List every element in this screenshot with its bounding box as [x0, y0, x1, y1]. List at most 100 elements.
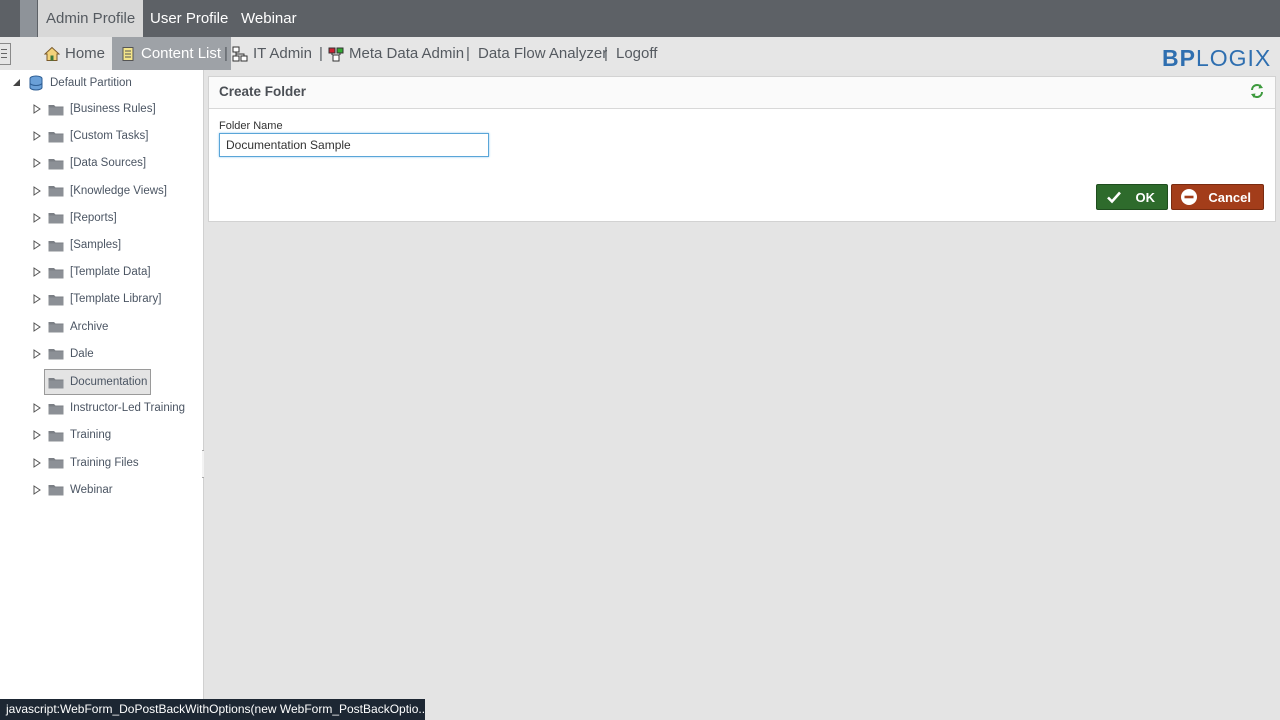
- expand-arrow-icon[interactable]: [32, 267, 42, 278]
- tree-item-label: [Samples]: [70, 239, 122, 251]
- tree-item[interactable]: Documentation: [44, 369, 152, 395]
- folder-icon: [48, 322, 64, 333]
- content-list-icon: [122, 46, 134, 61]
- tree-item-label: Instructor-Led Training: [70, 402, 186, 415]
- nav-home-label: Home: [65, 45, 106, 62]
- minus-circle-icon: [1181, 189, 1197, 205]
- main-nav: Home Content List | IT Admin | Meta Data…: [0, 37, 1280, 70]
- nav-separator: |: [466, 45, 470, 62]
- tree-item[interactable]: Dale: [32, 344, 94, 364]
- tree-item-label: [Data Sources]: [70, 157, 147, 170]
- database-icon: [29, 75, 43, 91]
- folder-icon: [48, 377, 64, 388]
- expand-arrow-icon[interactable]: [32, 131, 42, 142]
- folder-icon: [48, 158, 64, 170]
- nav-logoff[interactable]: Logoff: [616, 37, 657, 70]
- folder-icon: [48, 186, 64, 197]
- tree-item-label: [Template Data]: [70, 266, 151, 279]
- tab-admin-profile[interactable]: Admin Profile: [38, 0, 144, 37]
- tree-item-label: [Knowledge Views]: [70, 184, 167, 197]
- tree-item-label: [Custom Tasks]: [70, 130, 149, 143]
- nav-separator: |: [319, 45, 323, 62]
- tree-item[interactable]: [Custom Tasks]: [32, 126, 148, 146]
- tree-root[interactable]: Default Partition: [12, 74, 132, 92]
- folder-icon: [48, 349, 64, 360]
- expand-arrow-icon[interactable]: [32, 294, 42, 305]
- tree-item-label: Training: [70, 429, 112, 442]
- folder-icon: [48, 430, 64, 442]
- home-icon: [44, 46, 60, 61]
- tree-item-label: [Reports]: [70, 211, 117, 224]
- main-area: Create Folder Folder Name OK Cancel: [204, 70, 1280, 720]
- tree-item[interactable]: [Samples]: [32, 235, 121, 255]
- expand-arrow-icon[interactable]: [32, 158, 42, 169]
- expand-arrow-icon[interactable]: [32, 185, 42, 196]
- nav-home[interactable]: Home: [44, 37, 105, 70]
- expand-arrow-icon[interactable]: [32, 457, 42, 468]
- folder-icon: [48, 240, 64, 251]
- nav-it-admin[interactable]: IT Admin: [232, 37, 312, 70]
- expand-arrow-icon[interactable]: [32, 430, 42, 441]
- create-folder-panel: Create Folder Folder Name OK Cancel: [208, 76, 1276, 222]
- expand-arrow-icon[interactable]: [32, 484, 42, 495]
- logo-bp: BP: [1162, 45, 1196, 71]
- nav-it-admin-label: IT Admin: [253, 45, 312, 62]
- tree-item-label: Archive: [70, 320, 109, 333]
- expand-arrow-icon[interactable]: [32, 212, 42, 223]
- status-bar: javascript:WebForm_DoPostBackWithOptions…: [0, 699, 425, 720]
- tab-user-profile[interactable]: User Profile: [142, 0, 236, 37]
- logo-logix: LOGIX: [1195, 45, 1272, 71]
- cancel-button-label: Cancel: [1208, 189, 1251, 205]
- it-admin-icon: [232, 46, 248, 61]
- folder-icon: [48, 294, 64, 306]
- nav-content-list-label: Content List: [141, 45, 222, 62]
- folder-name-label: Folder Name: [219, 120, 283, 132]
- nav-meta-data-admin[interactable]: Meta Data Admin: [328, 37, 464, 70]
- folder-icon: [48, 403, 64, 415]
- tab-webinar[interactable]: Webinar: [233, 0, 305, 37]
- tree-item[interactable]: Training: [32, 425, 111, 445]
- expand-arrow-icon[interactable]: [32, 321, 42, 332]
- nav-data-flow-analyzer-label: Data Flow Analyzer: [478, 45, 608, 62]
- panel-header: Create Folder: [209, 77, 1275, 109]
- profile-bar: Admin Profile User Profile Webinar: [0, 0, 1280, 37]
- expand-arrow-icon[interactable]: [32, 104, 42, 114]
- tree-item[interactable]: Instructor-Led Training: [32, 398, 185, 418]
- checkmark-icon: [1107, 191, 1121, 204]
- tree-item[interactable]: [Reports]: [32, 208, 117, 228]
- cancel-button[interactable]: Cancel: [1171, 184, 1264, 210]
- folder-icon: [48, 458, 64, 469]
- folder-icon: [48, 213, 64, 224]
- bplogix-logo: BPLOGIX: [1162, 45, 1278, 71]
- tree-item[interactable]: [Knowledge Views]: [32, 181, 167, 201]
- tree-item[interactable]: Archive: [32, 317, 108, 337]
- nav-logoff-label: Logoff: [616, 45, 658, 62]
- expand-arrow-icon[interactable]: [32, 403, 42, 414]
- ok-button[interactable]: OK: [1096, 184, 1168, 210]
- expand-arrow-icon[interactable]: [32, 348, 42, 359]
- tree-item[interactable]: [Data Sources]: [32, 153, 146, 173]
- nav-separator: |: [604, 45, 608, 62]
- tree-item[interactable]: [Template Library]: [32, 289, 161, 309]
- folder-icon: [48, 267, 64, 279]
- tree-item-label: Dale: [70, 347, 94, 360]
- folder-name-input[interactable]: [219, 133, 489, 157]
- refresh-icon[interactable]: [1249, 83, 1265, 99]
- nav-meta-data-admin-label: Meta Data Admin: [349, 45, 465, 62]
- nav-data-flow-analyzer[interactable]: Data Flow Analyzer: [478, 37, 607, 70]
- tree-item[interactable]: Webinar: [32, 480, 113, 500]
- tree-item[interactable]: [Business Rules]: [32, 99, 156, 119]
- tree-item[interactable]: Training Files: [32, 453, 139, 473]
- folder-icon: [48, 131, 64, 143]
- tree-item-label: [Business Rules]: [70, 103, 156, 115]
- collapse-arrow-icon[interactable]: [12, 78, 22, 88]
- expand-arrow-icon[interactable]: [32, 240, 42, 250]
- folder-icon: [48, 104, 64, 115]
- ok-button-label: OK: [1135, 189, 1156, 205]
- tree-item[interactable]: [Template Data]: [32, 262, 151, 282]
- menu-handle[interactable]: [0, 43, 11, 65]
- nav-content-list[interactable]: Content List: [112, 37, 232, 70]
- content-tree: Default Partition [Business Rules] [Custo…: [0, 70, 209, 720]
- tree-root-label: Default Partition: [50, 77, 132, 89]
- panel-title: Create Folder: [219, 84, 307, 99]
